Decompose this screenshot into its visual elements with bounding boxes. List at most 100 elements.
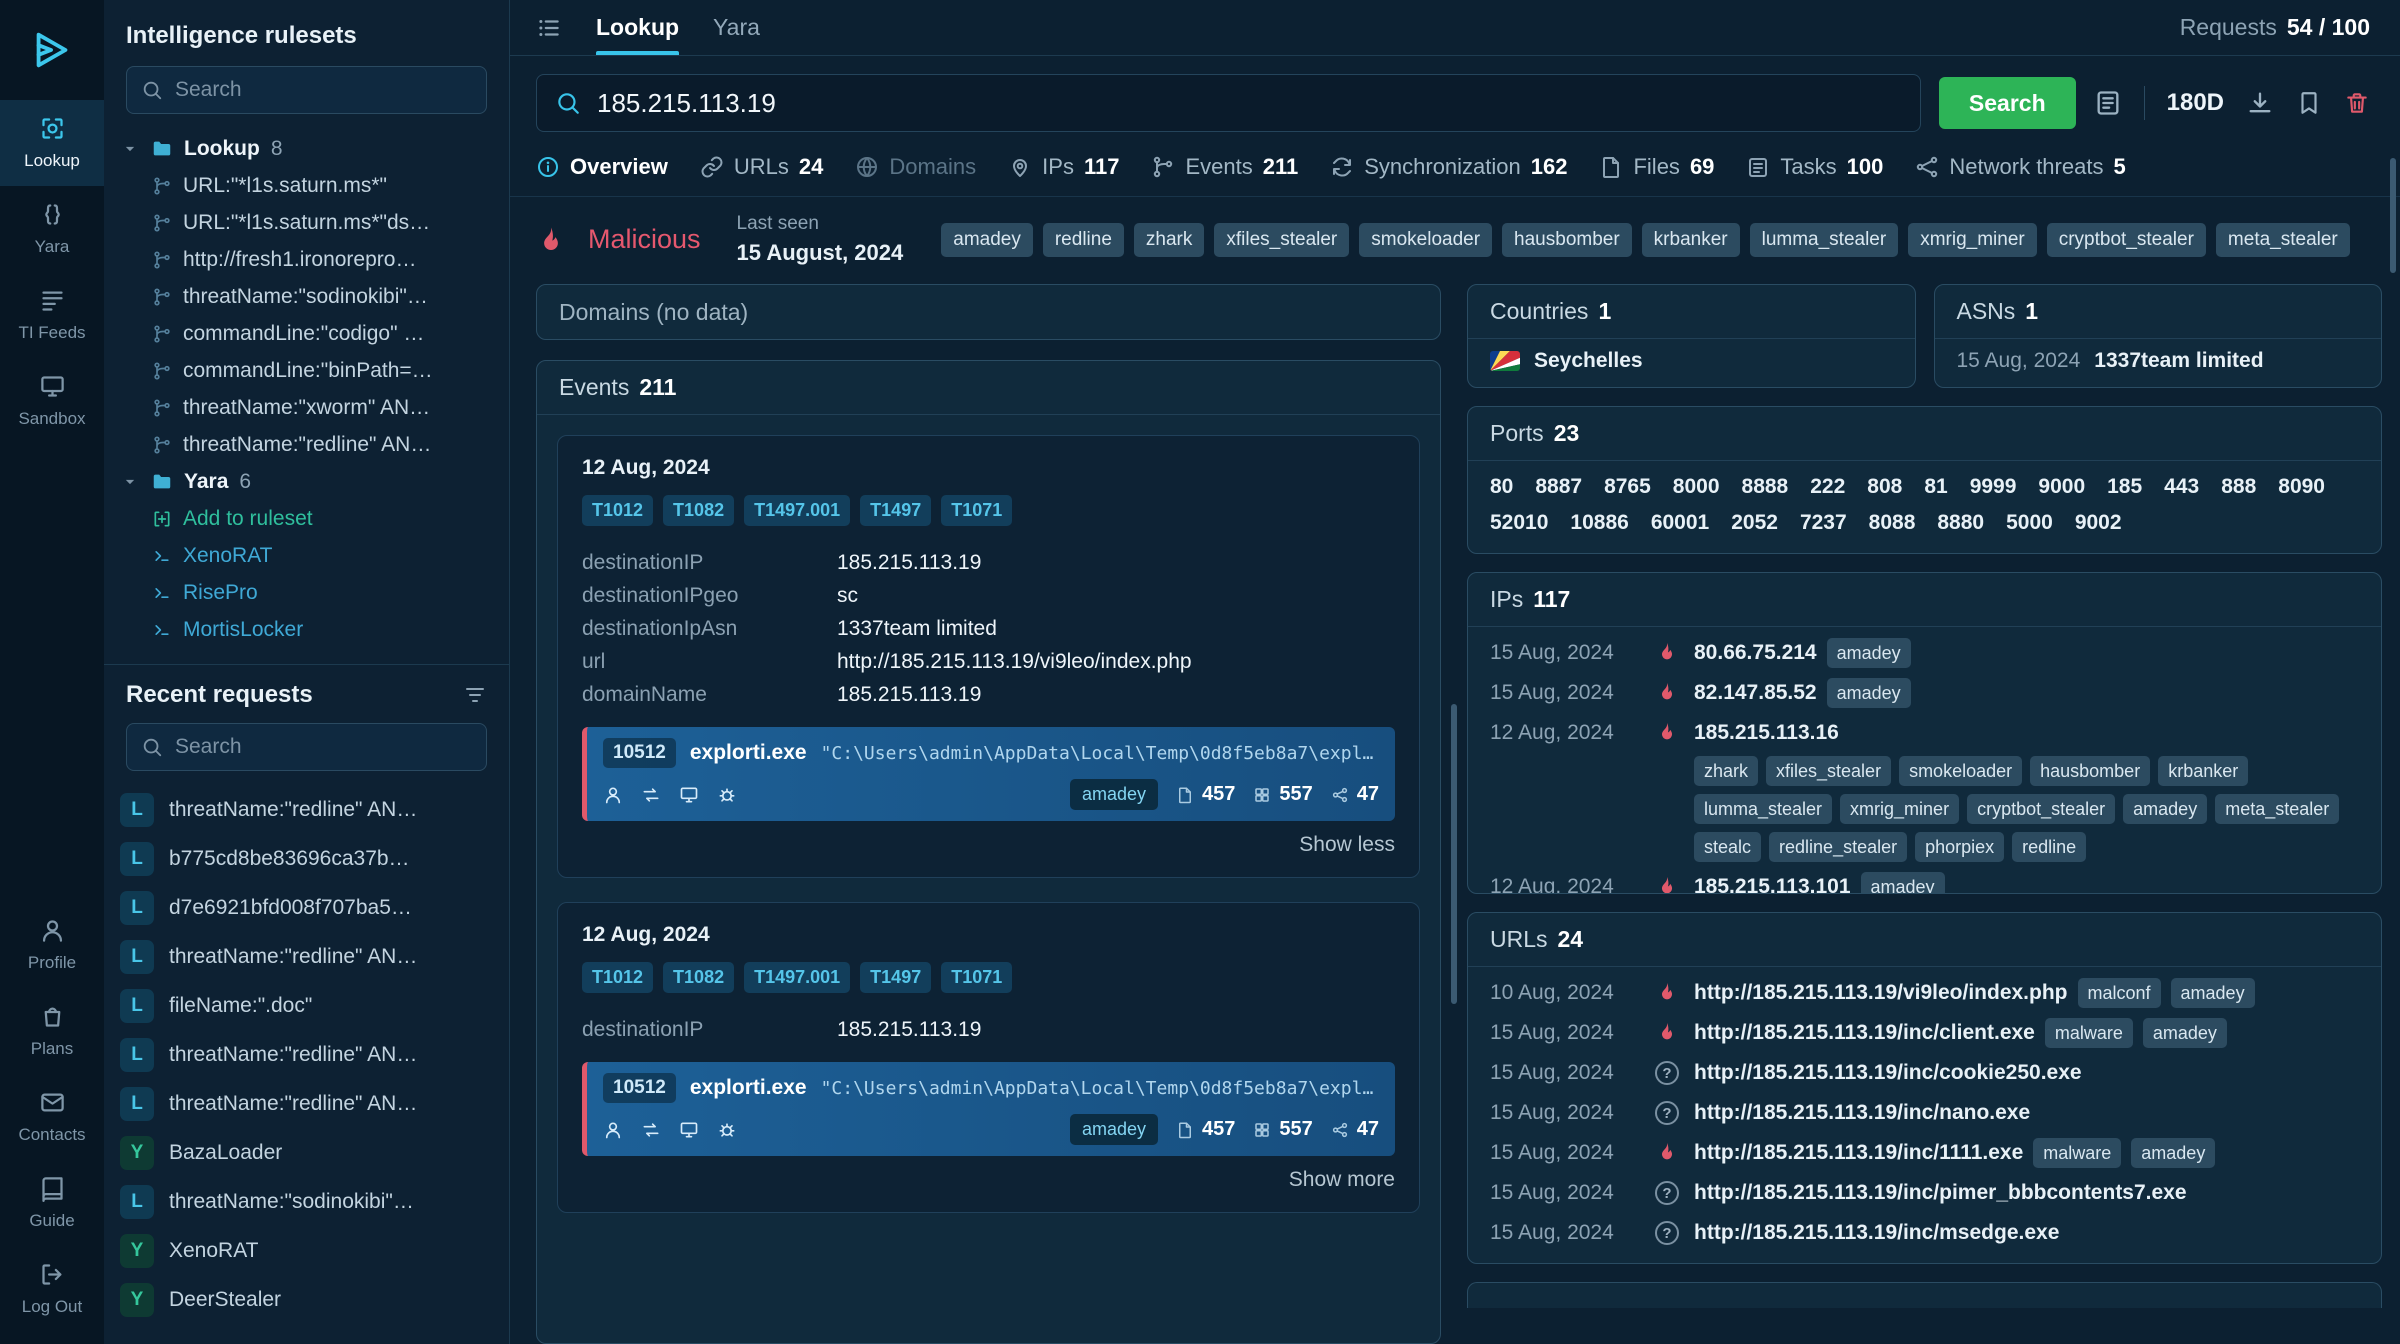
result-tab-urls[interactable]: URLs24	[700, 154, 824, 180]
ruleset-item[interactable]: commandLine:"codigo" …	[120, 315, 497, 352]
threat-tag[interactable]: xmrig_miner	[1840, 794, 1959, 824]
threat-tag[interactable]: malconf	[2078, 978, 2161, 1008]
process-row[interactable]: 10512 explorti.exe "C:\Users\admin\AppDa…	[582, 1062, 1395, 1156]
port-value[interactable]: 8000	[1673, 475, 1720, 499]
add-to-ruleset-button[interactable]: Add to ruleset	[120, 500, 497, 537]
threat-tag[interactable]: smokeloader	[1899, 756, 2022, 786]
technique-chip[interactable]: T1071	[941, 495, 1012, 526]
threat-tag[interactable]: phorpiex	[1915, 832, 2004, 862]
ruleset-item[interactable]: URL:"*l1s.saturn.ms*"ds…	[120, 204, 497, 241]
result-tab-ips[interactable]: IPs117	[1008, 154, 1119, 180]
port-value[interactable]: 888	[2221, 475, 2256, 499]
rulesets-search-input[interactable]	[175, 78, 472, 102]
ruleset-item[interactable]: threatName:"xworm" AN…	[120, 389, 497, 426]
recent-request-item[interactable]: Y BazaLoader	[120, 1128, 493, 1177]
threat-tag[interactable]: amadey	[2123, 794, 2207, 824]
rail-item-profile[interactable]: Profile	[0, 902, 104, 988]
threat-tag[interactable]: cryptbot_stealer	[2047, 223, 2206, 257]
result-tab-synchronization[interactable]: Synchronization162	[1330, 154, 1567, 180]
rail-item-logout[interactable]: Log Out	[0, 1246, 104, 1332]
rail-item-guide[interactable]: Guide	[0, 1160, 104, 1246]
ips-panel-header[interactable]: IPs 117	[1468, 573, 2381, 627]
port-value[interactable]: 185	[2107, 475, 2142, 499]
recent-request-item[interactable]: L threatName:"redline" AN…	[120, 785, 493, 834]
port-value[interactable]: 81	[1924, 475, 1947, 499]
threat-tag[interactable]: krbanker	[1642, 223, 1740, 257]
result-tab-files[interactable]: Files69	[1599, 154, 1714, 180]
scrollbar-thumb[interactable]	[1451, 704, 1457, 1004]
threat-tag[interactable]: hausbomber	[1502, 223, 1632, 257]
threat-tag[interactable]: xfiles_stealer	[1214, 223, 1349, 257]
result-tab-tasks[interactable]: Tasks100	[1746, 154, 1883, 180]
url-row[interactable]: 10 Aug, 2024 http://185.215.113.19/vi9le…	[1490, 973, 2359, 1013]
port-value[interactable]: 60001	[1651, 511, 1709, 535]
ruleset-item[interactable]: URL:"*l1s.saturn.ms*"	[120, 167, 497, 204]
period-selector[interactable]: 180D	[2167, 89, 2224, 117]
malware-family-tag[interactable]: amadey	[1070, 779, 1158, 810]
recent-request-item[interactable]: L threatName:"redline" AN…	[120, 932, 493, 981]
threat-tag[interactable]: meta_stealer	[2215, 794, 2339, 824]
field-value[interactable]: 1337team limited	[837, 612, 997, 645]
field-value[interactable]: 185.215.113.19	[837, 546, 981, 579]
asns-panel-header[interactable]: ASNs 1	[1935, 285, 2382, 339]
asn-row[interactable]: 15 Aug, 2024 1337team limited	[1935, 339, 2382, 387]
technique-chip[interactable]: T1082	[663, 962, 734, 993]
rail-item-ti-feeds[interactable]: TI Feeds	[0, 272, 104, 358]
port-value[interactable]: 443	[2164, 475, 2199, 499]
threat-tag[interactable]: amadey	[1827, 678, 1911, 708]
port-value[interactable]: 2052	[1731, 511, 1778, 535]
bookmark-icon[interactable]	[2296, 90, 2322, 116]
filter-icon[interactable]	[463, 683, 487, 707]
recent-search[interactable]	[126, 723, 487, 771]
threat-tag[interactable]: zhark	[1134, 223, 1204, 257]
url-value[interactable]: http://185.215.113.19/inc/client.exe	[1694, 1018, 2035, 1048]
folder-yara[interactable]: Yara 6	[120, 463, 497, 500]
show-less-link[interactable]: Show less	[582, 833, 1395, 857]
port-value[interactable]: 808	[1867, 475, 1902, 499]
port-value[interactable]: 8888	[1742, 475, 1789, 499]
rulesets-search[interactable]	[126, 66, 487, 114]
port-value[interactable]: 8088	[1869, 511, 1916, 535]
technique-chip[interactable]: T1497.001	[744, 962, 850, 993]
port-value[interactable]: 8765	[1604, 475, 1651, 499]
port-value[interactable]: 80	[1490, 475, 1513, 499]
port-value[interactable]: 8887	[1535, 475, 1582, 499]
scrollbar-thumb[interactable]	[2390, 158, 2396, 273]
threat-tag[interactable]: amadey	[941, 223, 1033, 257]
threat-tag[interactable]: xfiles_stealer	[1766, 756, 1891, 786]
recent-request-item[interactable]: Y XenoRAT	[120, 1226, 493, 1275]
threat-tag[interactable]: krbanker	[2158, 756, 2248, 786]
ip-address[interactable]: 82.147.85.52	[1694, 678, 1817, 708]
threat-tag[interactable]: redline	[2012, 832, 2086, 862]
threat-tag[interactable]: amadey	[1861, 872, 1945, 894]
port-value[interactable]: 52010	[1490, 511, 1548, 535]
threat-tag[interactable]: cryptbot_stealer	[1967, 794, 2115, 824]
rail-item-yara[interactable]: Yara	[0, 186, 104, 272]
show-more-link[interactable]: Show more	[582, 1168, 1395, 1192]
events-panel-header[interactable]: Events 211	[537, 361, 1440, 415]
ip-row[interactable]: 15 Aug, 2024 80.66.75.214 amadey	[1490, 633, 2359, 673]
recent-search-input[interactable]	[175, 735, 472, 759]
recent-request-item[interactable]: L fileName:".doc"	[120, 981, 493, 1030]
threat-tag[interactable]: hausbomber	[2030, 756, 2150, 786]
threat-tag[interactable]: lumma_stealer	[1750, 223, 1899, 257]
threat-tag[interactable]: stealc	[1694, 832, 1761, 862]
port-value[interactable]: 8090	[2278, 475, 2325, 499]
threat-tag[interactable]: redline_stealer	[1769, 832, 1907, 862]
port-value[interactable]: 5000	[2006, 511, 2053, 535]
port-value[interactable]: 8880	[1937, 511, 1984, 535]
field-value[interactable]: sc	[837, 579, 858, 612]
threat-tag[interactable]: amadey	[2143, 1018, 2227, 1048]
yara-rule-item[interactable]: XenoRAT	[120, 537, 497, 574]
threat-tag[interactable]: redline	[1043, 223, 1124, 257]
result-tab-domains[interactable]: Domains	[855, 154, 976, 180]
process-row[interactable]: 10512 explorti.exe "C:\Users\admin\AppDa…	[582, 727, 1395, 821]
rail-item-sandbox[interactable]: Sandbox	[0, 358, 104, 444]
country-row[interactable]: Seychelles	[1468, 339, 1915, 387]
url-value[interactable]: http://185.215.113.19/inc/cookie250.exe	[1694, 1058, 2082, 1088]
port-value[interactable]: 10886	[1570, 511, 1628, 535]
url-row[interactable]: 15 Aug, 2024 http://185.215.113.19/inc/p…	[1490, 1173, 2359, 1213]
download-icon[interactable]	[2246, 89, 2274, 117]
rail-item-plans[interactable]: Plans	[0, 988, 104, 1074]
url-row[interactable]: 15 Aug, 2024 http://185.215.113.19/inc/c…	[1490, 1053, 2359, 1093]
